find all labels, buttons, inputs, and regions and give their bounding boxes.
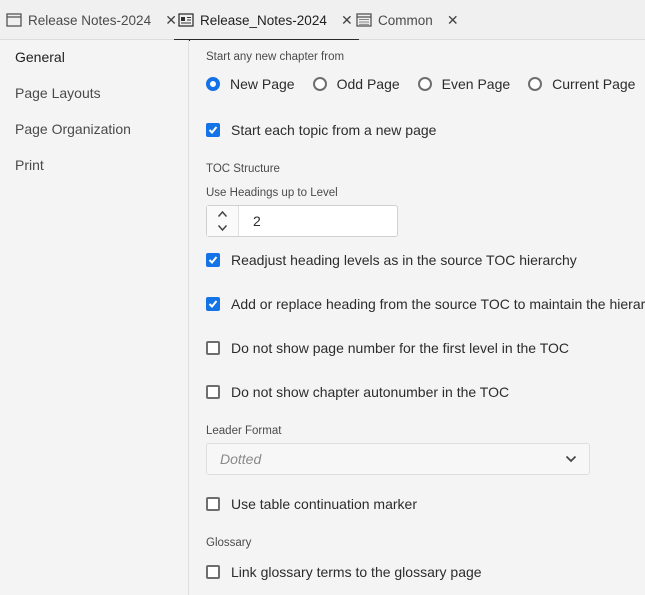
leader-format-label: Leader Format: [206, 425, 282, 437]
checkbox-label: Do not show page number for the first le…: [231, 340, 569, 356]
close-icon[interactable]: ✕: [447, 13, 459, 27]
headings-level-label: Use Headings up to Level: [206, 187, 338, 199]
radio-new-page[interactable]: New Page: [206, 76, 295, 92]
radio-selected-icon[interactable]: [206, 77, 220, 91]
tab-release-notes-2024[interactable]: Release Notes-2024 ✕: [6, 0, 177, 40]
close-icon[interactable]: ✕: [165, 13, 177, 27]
chevron-down-icon[interactable]: [217, 224, 228, 232]
radio-current-page[interactable]: Current Page: [528, 76, 635, 92]
checkbox-label: Add or replace heading from the source T…: [231, 296, 645, 312]
radio-label: Odd Page: [336, 76, 400, 92]
checkbox-checked-icon[interactable]: [206, 123, 220, 137]
sidebar-item-general[interactable]: General: [15, 49, 65, 65]
toc-structure-heading: TOC Structure: [206, 163, 280, 175]
checkbox-label: Use table continuation marker: [231, 496, 417, 512]
headings-level-stepper[interactable]: 2: [206, 205, 398, 237]
radio-odd-page[interactable]: Odd Page: [312, 76, 400, 92]
sidebar-item-page-layouts[interactable]: Page Layouts: [15, 85, 101, 101]
radio-label: New Page: [230, 76, 295, 92]
tab-common[interactable]: Common ✕: [356, 0, 459, 40]
tab-release-notes-2024-active[interactable]: Release_Notes-2024 ✕: [174, 0, 359, 41]
table-continuation-marker-checkbox[interactable]: Use table continuation marker: [206, 496, 417, 512]
document-icon: [178, 13, 194, 27]
leader-format-dropdown[interactable]: Dotted: [206, 443, 590, 475]
checkbox-label: Do not show chapter autonumber in the TO…: [231, 384, 510, 400]
topic-new-page-checkbox[interactable]: Start each topic from a new page: [206, 122, 436, 138]
checkbox-checked-icon[interactable]: [206, 297, 220, 311]
checkbox-label: Start each topic from a new page: [231, 122, 437, 138]
hide-first-level-page-number-checkbox[interactable]: Do not show page number for the first le…: [206, 340, 569, 356]
close-icon[interactable]: ✕: [341, 13, 353, 27]
radio-icon[interactable]: [528, 77, 543, 91]
sidebar-item-print[interactable]: Print: [15, 157, 44, 173]
tab-label: Release_Notes-2024: [200, 12, 327, 28]
sidebar-item-page-organization[interactable]: Page Organization: [15, 121, 131, 137]
readjust-headings-checkbox[interactable]: Readjust heading levels as in the source…: [206, 252, 577, 268]
leader-format-value: Dotted: [220, 451, 262, 467]
chevron-down-icon[interactable]: [565, 455, 577, 463]
checkbox-label: Link glossary terms to the glossary page: [231, 564, 482, 580]
checkbox-icon[interactable]: [206, 565, 220, 579]
tab-label: Common: [378, 12, 433, 28]
window-icon: [6, 13, 22, 27]
glossary-heading: Glossary: [206, 537, 252, 549]
add-replace-heading-checkbox[interactable]: Add or replace heading from the source T…: [206, 296, 645, 312]
radio-label: Even Page: [441, 76, 511, 92]
checkbox-icon[interactable]: [206, 385, 220, 399]
link-glossary-terms-checkbox[interactable]: Link glossary terms to the glossary page: [206, 564, 482, 580]
settings-sidebar: General Page Layouts Page Organization P…: [0, 40, 189, 595]
chapter-start-label: Start any new chapter from: [206, 51, 345, 63]
hide-chapter-autonumber-checkbox[interactable]: Do not show chapter autonumber in the TO…: [206, 384, 509, 400]
checkbox-checked-icon[interactable]: [206, 253, 220, 267]
tab-label: Release Notes-2024: [28, 12, 152, 28]
checkbox-icon[interactable]: [206, 341, 220, 355]
radio-even-page[interactable]: Even Page: [417, 76, 511, 92]
window-grid-icon: [356, 13, 372, 27]
chapter-start-radio-group: New Page Odd Page Even Page Current Page: [206, 76, 645, 92]
stepper-arrows: [207, 206, 239, 236]
document-tab-bar: Release Notes-2024 ✕ Release_Notes-2024 …: [0, 0, 645, 41]
chevron-up-icon[interactable]: [217, 210, 228, 218]
radio-icon[interactable]: [312, 77, 327, 91]
checkbox-icon[interactable]: [206, 497, 220, 511]
checkbox-label: Readjust heading levels as in the source…: [231, 252, 577, 268]
headings-level-value[interactable]: 2: [253, 213, 261, 229]
radio-label: Current Page: [552, 76, 636, 92]
general-settings-panel: Start any new chapter from New Page Odd …: [190, 40, 645, 595]
radio-icon[interactable]: [417, 77, 432, 91]
